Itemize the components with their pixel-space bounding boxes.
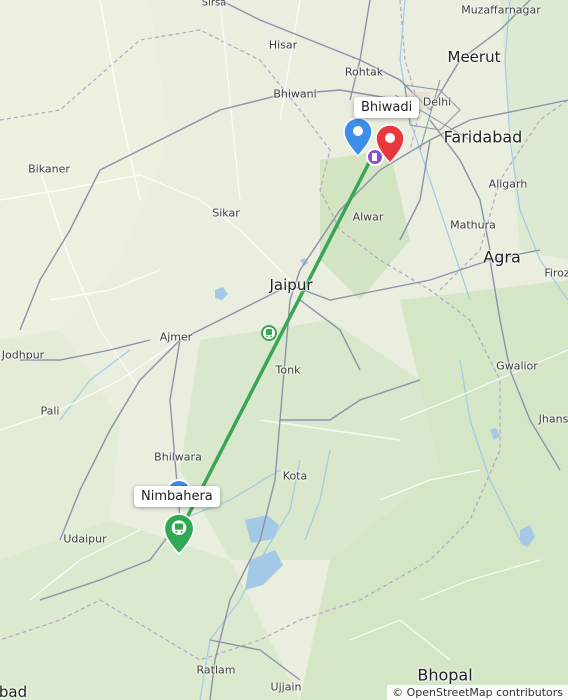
destination-pin[interactable]: [163, 513, 195, 555]
city-label: Jaipur: [269, 276, 313, 294]
city-label: Bhilwara: [154, 450, 202, 464]
city-label: bad: [0, 683, 28, 700]
city-label: Alwar: [352, 210, 384, 224]
city-label: Faridabad: [443, 127, 523, 147]
origin-callout[interactable]: Bhiwadi: [354, 97, 420, 118]
city-label: Rohtak: [344, 65, 384, 79]
city-label: Sikar: [212, 206, 240, 220]
city-label: Bikaner: [28, 162, 70, 176]
city-label: Sirsa: [201, 0, 227, 9]
map[interactable]: Bhiwadi Nimbahera Sirsa Muzaffarnagar Hi…: [0, 0, 568, 700]
city-label: Delhi: [422, 95, 452, 109]
city-label: Jhansi: [538, 412, 568, 426]
city-label: Ujjain: [270, 680, 302, 694]
city-label: Kota: [282, 469, 308, 483]
city-label: Tonk: [275, 363, 301, 377]
city-label: Udaipur: [63, 532, 107, 546]
city-label: Gwalior: [496, 359, 538, 373]
city-label: Jodhpur: [1, 348, 45, 362]
city-label: Agra: [483, 247, 521, 267]
waypoint-pin[interactable]: [343, 117, 373, 157]
city-label: Mathura: [450, 218, 496, 232]
city-label: Meerut: [447, 48, 501, 66]
city-label: Aligarh: [488, 177, 528, 191]
origin-pin[interactable]: [375, 124, 405, 164]
city-label: Ajmer: [159, 330, 193, 344]
city-label: Pali: [40, 404, 60, 418]
city-label: Bhopal: [417, 665, 473, 685]
city-label: Bhiwani: [273, 87, 317, 101]
city-label: Firoz: [544, 266, 568, 280]
city-label: Ratlam: [196, 663, 236, 677]
destination-callout[interactable]: Nimbahera: [134, 486, 220, 507]
attribution[interactable]: © OpenStreetMap contributors: [387, 685, 568, 700]
train-icon: [261, 325, 277, 341]
city-label: Muzaffarnagar: [461, 3, 541, 17]
city-label: Hisar: [268, 38, 298, 52]
map-base: [0, 0, 568, 700]
